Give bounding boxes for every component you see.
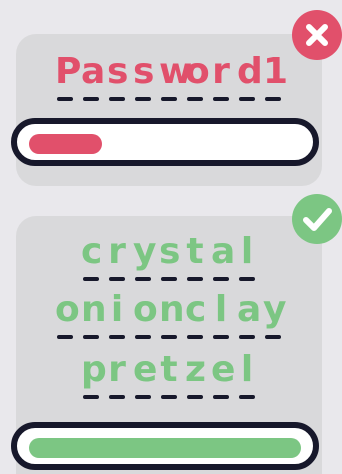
letter-slot: i <box>107 290 127 339</box>
letter-slot: t <box>160 349 178 399</box>
letter-slot: e <box>211 349 236 399</box>
letter-slot: c <box>185 289 207 339</box>
letter-slot: s <box>133 51 155 101</box>
letter-slot: a <box>237 289 262 339</box>
letter-slot: P <box>55 51 82 101</box>
passphrase-word-2: onionclay <box>16 289 322 339</box>
letter-slot: r <box>212 51 230 101</box>
letter-slot: n <box>159 289 185 339</box>
letter-slot: n <box>81 289 107 339</box>
letter-slot: d <box>237 51 263 101</box>
letter-slot: w <box>159 51 193 101</box>
letter-slot: l <box>237 232 257 281</box>
letter-slot: o <box>133 289 158 339</box>
letter-slot: o <box>185 51 210 101</box>
letter-slot: r <box>108 349 126 399</box>
strong-strength-meter <box>11 422 319 470</box>
weak-strength-meter <box>11 118 319 166</box>
letter-slot: s <box>107 51 129 101</box>
strong-strength-fill <box>29 438 301 458</box>
letter-slot: p <box>81 349 107 399</box>
passphrase-word-1: crystal <box>16 231 322 281</box>
letter-slot: s <box>159 231 181 281</box>
passphrase-word-3: pretzel <box>16 349 322 399</box>
letter-slot: t <box>186 231 204 281</box>
letter-slot: a <box>211 231 236 281</box>
letter-slot: y <box>133 231 157 281</box>
letter-slot: c <box>81 231 103 281</box>
letter-slot: 1 <box>263 51 289 101</box>
letter-slot: z <box>185 349 206 399</box>
weak-password-text: Password1 <box>16 51 322 101</box>
letter-slot: l <box>237 350 257 399</box>
letter-slot: y <box>263 289 287 339</box>
letter-slot: o <box>55 289 80 339</box>
letter-slot: e <box>133 349 158 399</box>
weak-strength-fill <box>29 134 102 154</box>
letter-slot: a <box>81 51 106 101</box>
letter-slot: r <box>108 231 126 281</box>
letter-slot: l <box>211 290 231 339</box>
